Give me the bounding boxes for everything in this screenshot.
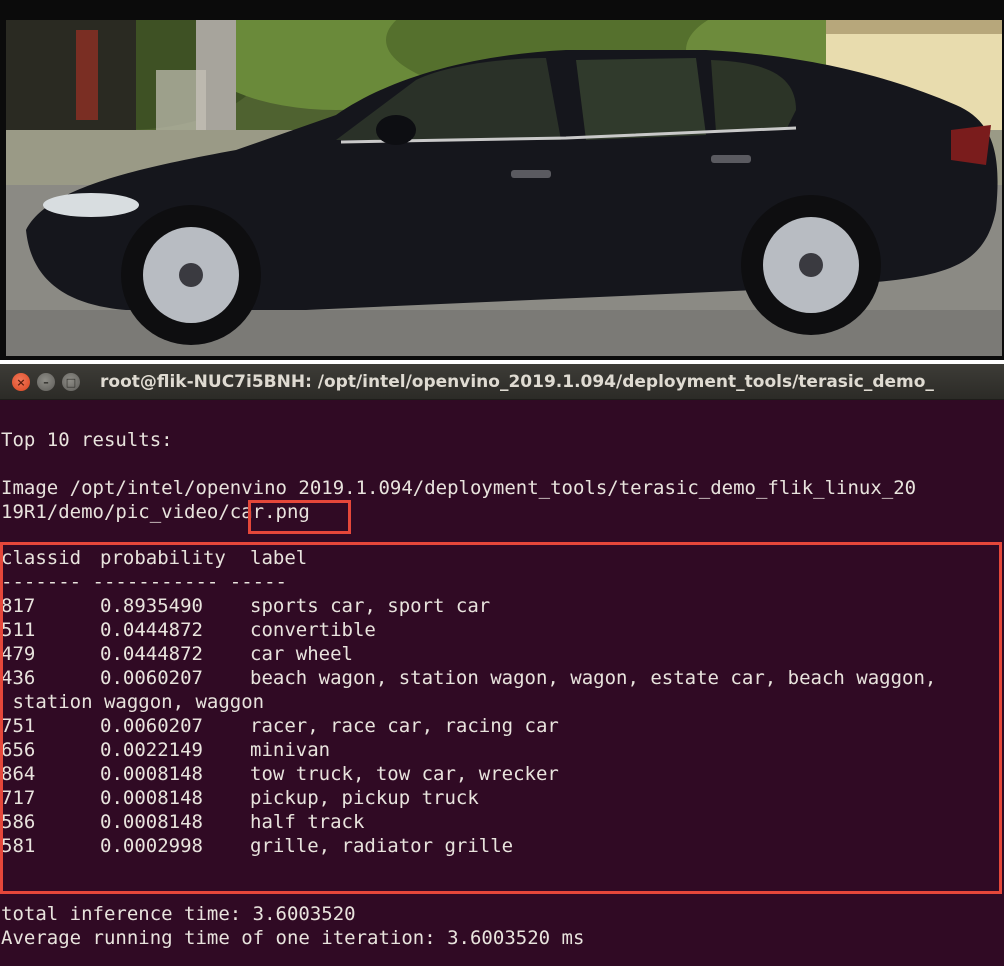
close-icon[interactable]: × xyxy=(12,373,30,391)
filename-highlight-box xyxy=(248,500,351,534)
minimize-icon[interactable]: – xyxy=(37,373,55,391)
car-photo xyxy=(6,20,1002,356)
image-path-line-1: Image /opt/intel/openvino 2019.1.094/dep… xyxy=(1,477,917,499)
car-image-icon xyxy=(6,20,1002,356)
photo-frame xyxy=(0,0,1004,360)
results-header: Top 10 results: xyxy=(1,429,173,451)
average-time-line: Average running time of one iteration: 3… xyxy=(1,927,585,949)
window-title: root@flik-NUC7i5BNH: /opt/intel/openvino… xyxy=(100,372,934,392)
total-time-line: total inference time: 3.6003520 xyxy=(1,903,356,925)
results-highlight-box xyxy=(0,542,1002,894)
maximize-icon[interactable]: □ xyxy=(62,373,80,391)
terminal-titlebar[interactable]: × – □ root@flik-NUC7i5BNH: /opt/intel/op… xyxy=(0,364,1004,400)
image-path-prefix: 19R1/demo/pic_video/ xyxy=(1,501,230,523)
